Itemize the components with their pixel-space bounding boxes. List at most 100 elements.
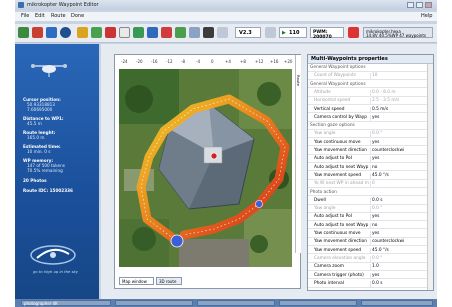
globe-icon[interactable]: [60, 27, 71, 38]
waypoint-start-icon[interactable]: [170, 234, 184, 248]
app-icon: [18, 2, 24, 8]
poi-marker-icon[interactable]: [210, 152, 218, 160]
property-value[interactable]: 0.0 s: [372, 281, 382, 287]
property-value[interactable]: 0.0 °: [372, 131, 382, 137]
property-value[interactable]: no: [372, 165, 377, 171]
property-separator: [370, 164, 371, 171]
property-row[interactable]: Vertical speed 0.5 m/s: [308, 106, 433, 114]
property-row[interactable]: Photo interval 0.0 s: [308, 280, 433, 288]
ruler-tick: +16: [270, 59, 279, 64]
property-separator: [370, 73, 371, 80]
tab-map-window[interactable]: Map window: [119, 277, 154, 285]
version-label: V2.3: [239, 30, 252, 36]
property-value[interactable]: 1.0: [372, 264, 379, 270]
property-row[interactable]: Altitude 0.0 - 8.0 m: [308, 89, 433, 97]
property-row[interactable]: Yaw movement speed 45.0 °/s: [308, 172, 433, 180]
property-value[interactable]: 0.5 m/s: [372, 107, 388, 113]
property-separator: [370, 131, 371, 138]
property-value[interactable]: 0.0 °: [372, 206, 382, 212]
property-row[interactable]: Auto adjust to PoI yes: [308, 214, 433, 222]
property-value[interactable]: 45.0 °/s: [372, 248, 389, 254]
property-row[interactable]: Auto adjust to next Wayp no: [308, 164, 433, 172]
property-value[interactable]: 0.0 - 8.0 m: [372, 90, 396, 96]
ruler-tick: -24: [121, 59, 128, 64]
property-row[interactable]: Count of Waypoints 10: [308, 73, 433, 81]
delete-icon[interactable]: [105, 27, 116, 38]
open-icon[interactable]: [32, 27, 43, 38]
property-value[interactable]: 0.0 °: [372, 256, 382, 262]
tab-3d-route[interactable]: 3D route: [156, 277, 182, 285]
property-separator: [370, 231, 371, 237]
property-key: Dwell: [314, 197, 326, 203]
property-value[interactable]: no: [372, 223, 377, 229]
property-row[interactable]: Yaw movement speed 45.0 °/s: [308, 247, 433, 255]
property-row[interactable]: Dwell 0.0 s: [308, 197, 433, 205]
ruler-tick: -8: [181, 59, 185, 64]
waypoint-marker-icon[interactable]: [255, 200, 263, 208]
save-icon[interactable]: [46, 27, 57, 38]
connect-icon[interactable]: [265, 27, 276, 38]
property-value[interactable]: 45.0 °/s: [372, 173, 389, 179]
version-box[interactable]: V2.3: [235, 27, 261, 38]
property-value[interactable]: 2.5 - 3.5 m/s: [372, 98, 399, 104]
lock-icon[interactable]: [217, 27, 228, 38]
property-value[interactable]: 0.0 s: [372, 198, 382, 204]
property-value[interactable]: yes: [372, 231, 379, 237]
property-row[interactable]: Camera zoom 1.0: [308, 264, 433, 271]
property-row[interactable]: Yaw angle 0.0 °: [308, 206, 433, 213]
menu-route[interactable]: Route: [51, 13, 66, 19]
property-row[interactable]: Yaw movement direction counterclockwi: [308, 148, 433, 155]
menu-done[interactable]: Done: [71, 13, 84, 19]
camera-settings-icon[interactable]: [203, 27, 214, 38]
property-row[interactable]: Camera elevation angle 0.0 °: [308, 255, 433, 263]
property-value[interactable]: yes: [372, 115, 379, 121]
grid-icon[interactable]: [119, 27, 130, 38]
property-row[interactable]: Yaw angle 0.0 °: [308, 131, 433, 139]
maximize-button[interactable]: [416, 2, 423, 8]
property-value[interactable]: yes: [372, 273, 379, 279]
ruler-tick: 0: [211, 59, 214, 64]
property-row[interactable]: Yaw movement direction counterclockwi: [308, 239, 433, 247]
new-icon[interactable]: [18, 27, 29, 38]
property-key: Camera trigger (photo): [314, 272, 364, 278]
property-row[interactable]: Horizontal speed 2.5 - 3.5 m/s: [308, 98, 433, 105]
property-key: Horizontal speed: [314, 98, 351, 104]
property-value[interactable]: counterclockwi: [372, 148, 404, 154]
menu-file[interactable]: File: [21, 13, 29, 19]
settings-icon[interactable]: [189, 27, 200, 38]
property-row[interactable]: Yo W next WP in ahead m0: [308, 181, 433, 188]
property-value[interactable]: 0: [372, 181, 375, 187]
camera-icon[interactable]: [161, 27, 172, 38]
property-value[interactable]: 10: [372, 73, 377, 79]
property-separator: [370, 214, 371, 221]
waypoint-add-icon[interactable]: [77, 27, 88, 38]
aerial-map[interactable]: [119, 69, 292, 267]
property-section: Section gaze options: [308, 123, 433, 130]
property-value[interactable]: counterclockwi: [372, 239, 404, 245]
speed-box[interactable]: ▶ 110: [279, 27, 307, 38]
minimize-button[interactable]: [407, 2, 414, 8]
menu-help[interactable]: Help: [421, 13, 432, 19]
close-button[interactable]: [425, 2, 432, 8]
map-side-tab-label: Route: [296, 75, 301, 87]
property-section: General Waypoint options: [308, 65, 433, 72]
property-row[interactable]: Camera control by Wayp yes: [308, 114, 433, 122]
property-value[interactable]: yes: [372, 156, 379, 162]
property-value[interactable]: yes: [372, 140, 379, 146]
upload-icon[interactable]: [175, 27, 186, 38]
property-row[interactable]: Auto adjust to PoI yes: [308, 156, 433, 164]
ruler-tick: +4: [225, 59, 231, 64]
property-row[interactable]: Camera trigger (photo) yes: [308, 272, 433, 280]
map-side-tab[interactable]: Route: [295, 55, 301, 253]
property-row[interactable]: Auto adjust to next Wayp no: [308, 222, 433, 230]
property-row[interactable]: Yaw continuous move yes: [308, 139, 433, 147]
properties-scrollbar[interactable]: [427, 64, 433, 290]
map-canvas[interactable]: [119, 69, 292, 267]
property-value[interactable]: yes: [372, 214, 379, 220]
zoom-in-icon[interactable]: [147, 27, 158, 38]
route-icon[interactable]: [91, 27, 102, 38]
property-key: Camera zoom: [314, 264, 344, 270]
map-icon[interactable]: [133, 27, 144, 38]
property-row[interactable]: Yaw continuous move yes: [308, 231, 433, 238]
menu-edit[interactable]: Edit: [35, 13, 45, 19]
